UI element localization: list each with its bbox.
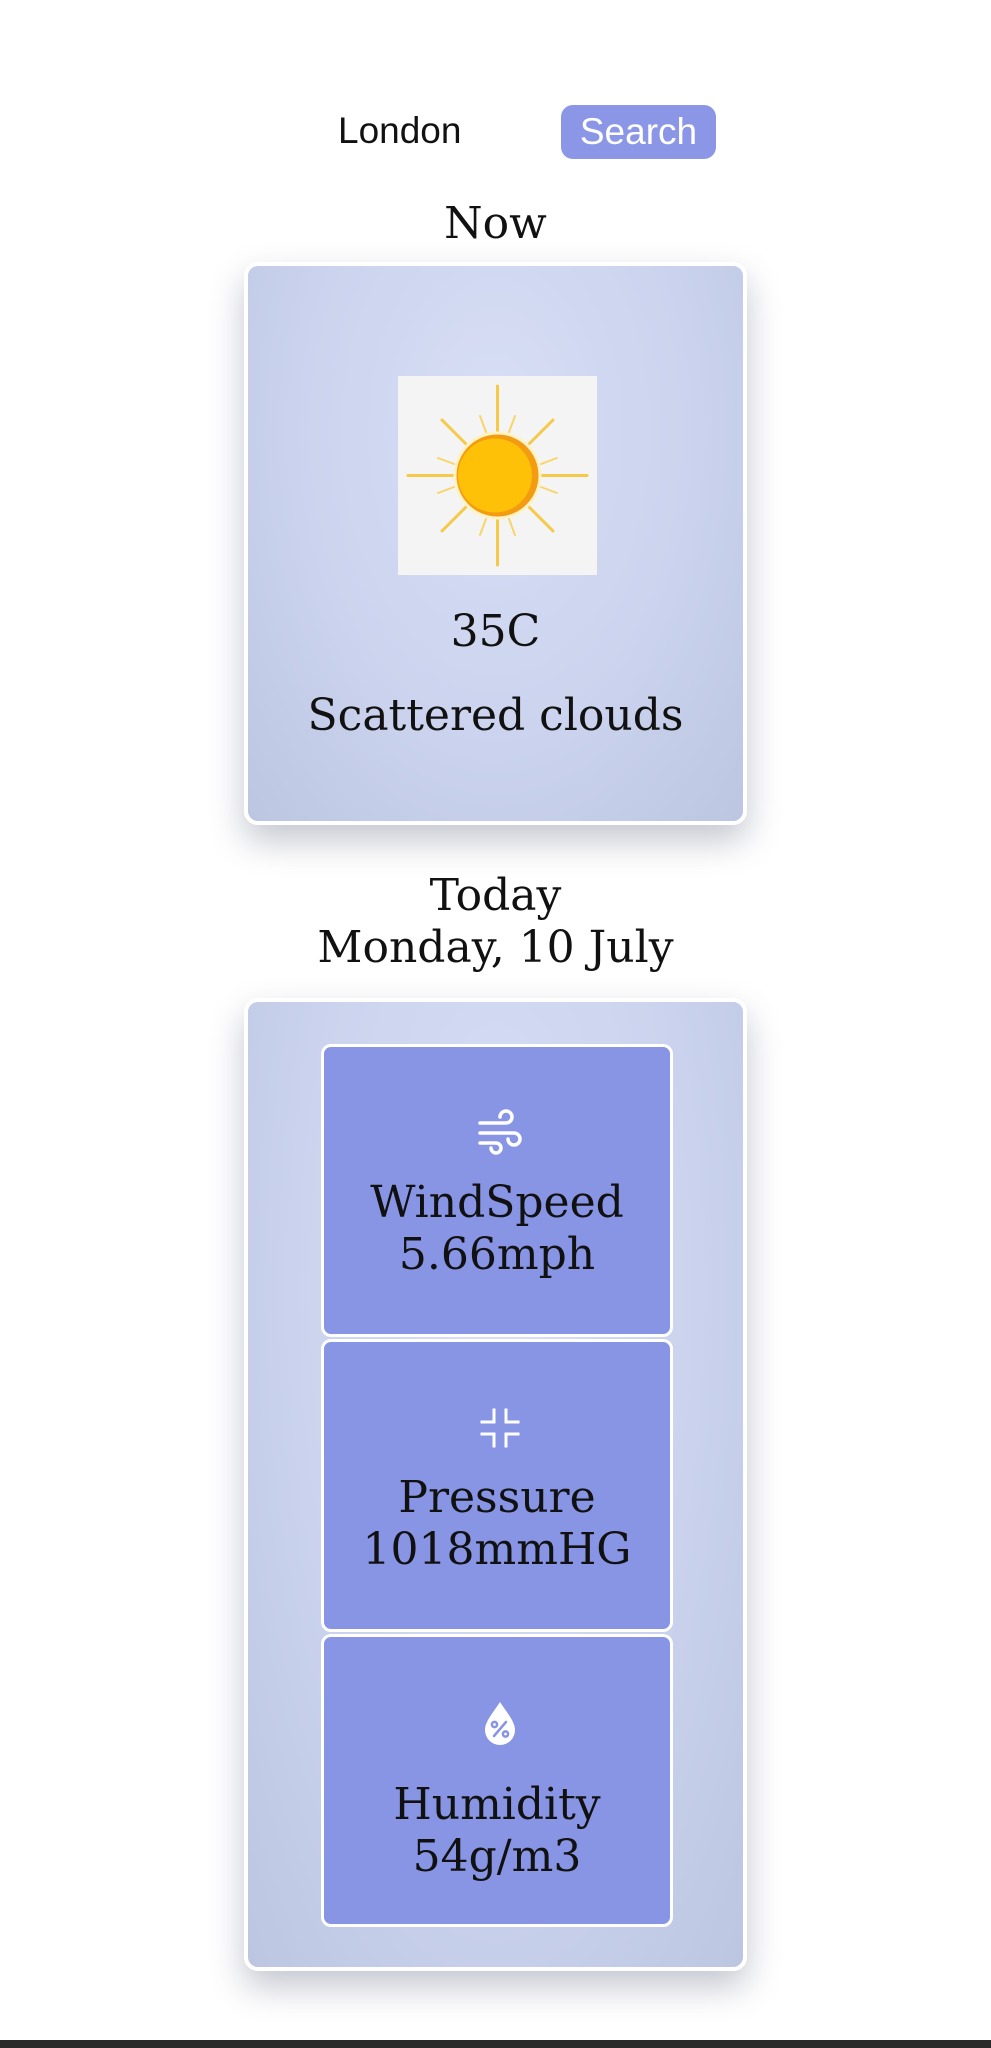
search-button[interactable]: Search — [561, 105, 716, 159]
humidity-icon — [485, 1702, 515, 1745]
wind-speed-value: 5.66mph — [398, 1229, 596, 1280]
city-search-input[interactable] — [322, 103, 542, 159]
pressure-value: 1018mmHG — [362, 1524, 632, 1575]
today-title: Today — [429, 870, 562, 921]
today-details-card: WindSpeed 5.66mph Pressure 1018mmHG Humi… — [244, 998, 747, 1971]
pressure-tile: Pressure 1018mmHG — [321, 1339, 673, 1632]
humidity-value: 54g/m3 — [412, 1831, 582, 1882]
humidity-tile: Humidity 54g/m3 — [321, 1634, 673, 1927]
wind-icon — [478, 1109, 522, 1155]
search-bar: Search — [0, 103, 991, 159]
current-temperature: 35C — [450, 606, 541, 657]
current-weather-card: 35C Scattered clouds — [244, 262, 747, 825]
wind-speed-tile: WindSpeed 5.66mph — [321, 1044, 673, 1337]
pressure-icon — [480, 1408, 520, 1448]
today-date: Monday, 10 July — [317, 922, 674, 973]
bottom-edge-bar — [0, 2040, 991, 2048]
pressure-label: Pressure — [398, 1472, 596, 1523]
weather-icon-frame — [398, 376, 597, 575]
humidity-label: Humidity — [393, 1779, 601, 1830]
sun-icon — [406, 384, 589, 567]
weather-description: Scattered clouds — [307, 690, 684, 741]
now-title: Now — [444, 198, 547, 249]
wind-speed-label: WindSpeed — [370, 1177, 624, 1228]
